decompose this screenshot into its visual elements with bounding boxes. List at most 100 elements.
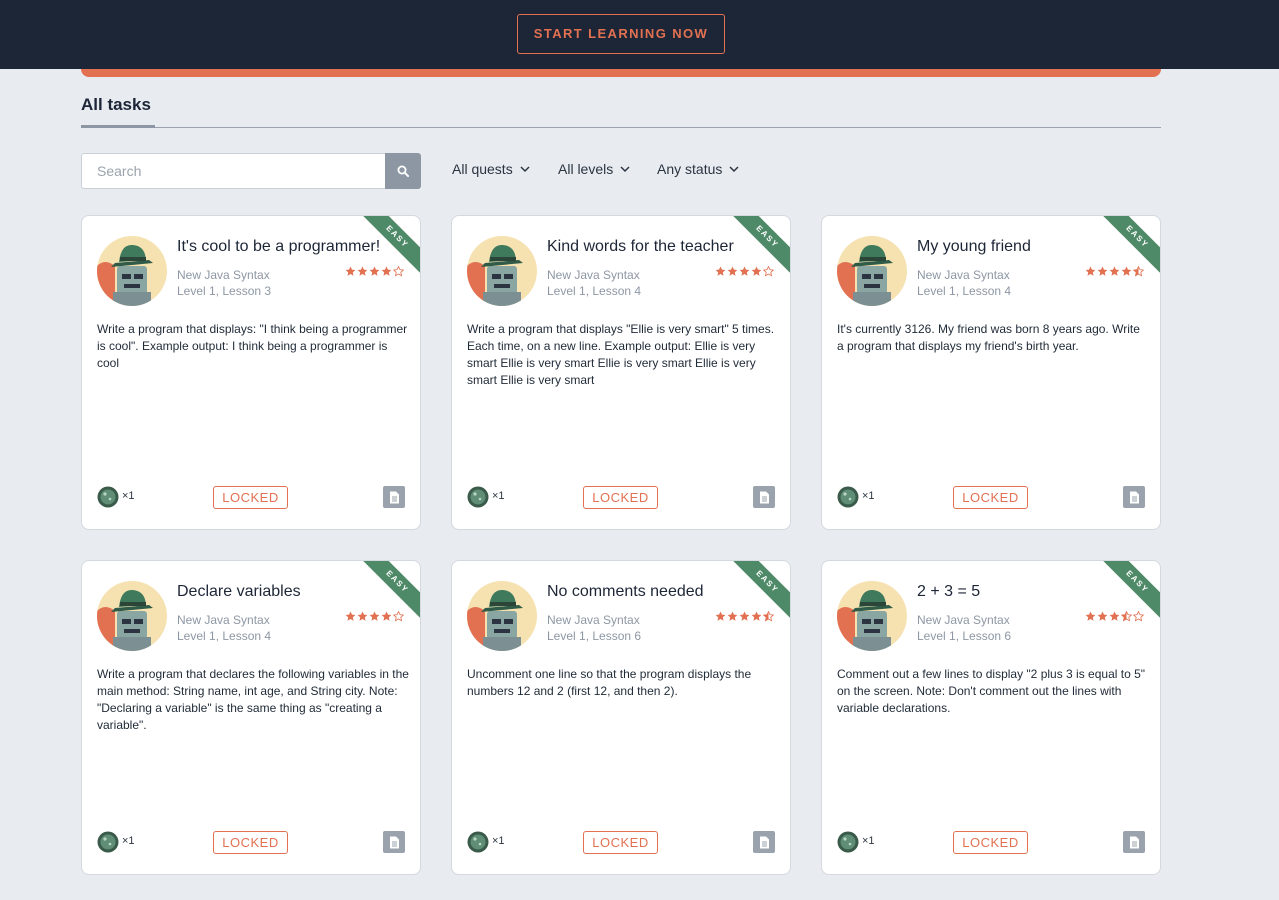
start-learning-button[interactable]: START LEARNING NOW xyxy=(517,14,725,54)
task-card[interactable]: EASY Declare variables New Java Syntax L… xyxy=(81,560,421,875)
star-full-icon xyxy=(1097,266,1108,276)
rating-stars xyxy=(715,611,774,622)
star-full-icon xyxy=(1097,611,1108,621)
task-document-button[interactable] xyxy=(383,486,405,508)
task-description: Write a program that displays "Ellie is … xyxy=(467,322,775,387)
star-full-icon xyxy=(369,611,380,621)
filter-quests-label: All quests xyxy=(452,161,513,177)
tabs-bar: All tasks xyxy=(81,92,1161,128)
coin-icon xyxy=(837,831,859,853)
robot-avatar-icon xyxy=(837,236,907,306)
task-lesson: Level 1, Lesson 6 xyxy=(917,629,1012,643)
document-icon xyxy=(759,836,769,848)
task-quest: New Java Syntax xyxy=(177,613,270,627)
task-lesson: Level 1, Lesson 3 xyxy=(177,284,272,298)
rating-stars xyxy=(345,266,404,277)
tab-all-tasks[interactable]: All tasks xyxy=(81,92,155,128)
task-title[interactable]: No comments needed xyxy=(547,583,787,601)
filter-status-label: Any status xyxy=(657,161,723,177)
star-full-icon xyxy=(715,611,726,621)
star-full-icon xyxy=(381,266,392,276)
star-full-icon xyxy=(357,266,368,276)
task-document-button[interactable] xyxy=(383,831,405,853)
coin-icon xyxy=(837,486,859,508)
robot-avatar-icon xyxy=(467,236,537,306)
task-quest: New Java Syntax xyxy=(547,613,640,627)
star-full-icon xyxy=(345,611,356,621)
star-full-icon xyxy=(1121,266,1132,276)
filter-status[interactable]: Any status xyxy=(657,161,739,177)
star-half-icon xyxy=(763,611,774,622)
rating-stars xyxy=(715,266,774,277)
task-lesson: Level 1, Lesson 4 xyxy=(177,629,272,643)
task-document-button[interactable] xyxy=(1123,831,1145,853)
task-lesson: Level 1, Lesson 4 xyxy=(547,284,642,298)
task-document-button[interactable] xyxy=(753,486,775,508)
robot-avatar-icon xyxy=(467,581,537,651)
star-full-icon xyxy=(1109,266,1120,276)
task-description: Uncomment one line so that the program d… xyxy=(467,667,752,698)
task-quest: New Java Syntax xyxy=(177,268,270,282)
task-card[interactable]: EASY Kind words for the teacher New Java… xyxy=(451,215,791,530)
star-full-icon xyxy=(369,266,380,276)
filter-levels[interactable]: All levels xyxy=(558,161,630,177)
task-title[interactable]: My young friend xyxy=(917,238,1157,256)
locked-status-button[interactable]: LOCKED xyxy=(213,831,288,854)
locked-status-button[interactable]: LOCKED xyxy=(583,486,658,509)
star-empty-icon xyxy=(393,611,404,622)
reward-count: ×1 xyxy=(862,835,875,847)
reward-count: ×1 xyxy=(492,835,505,847)
star-full-icon xyxy=(727,266,738,276)
rating-stars xyxy=(345,611,404,622)
coin-icon xyxy=(97,831,119,853)
star-full-icon xyxy=(727,611,738,621)
locked-status-button[interactable]: LOCKED xyxy=(953,831,1028,854)
star-full-icon xyxy=(751,611,762,621)
task-document-button[interactable] xyxy=(753,831,775,853)
task-description: Write a program that declares the follow… xyxy=(97,667,409,732)
reward-count: ×1 xyxy=(122,835,135,847)
star-empty-icon xyxy=(1133,611,1144,622)
document-icon xyxy=(1129,491,1139,503)
task-card[interactable]: EASY 2 + 3 = 5 New Java Syntax Level 1, … xyxy=(821,560,1161,875)
document-icon xyxy=(1129,836,1139,848)
filter-quests[interactable]: All quests xyxy=(452,161,530,177)
chevron-down-icon xyxy=(620,165,630,172)
locked-status-button[interactable]: LOCKED xyxy=(953,486,1028,509)
star-full-icon xyxy=(1109,611,1120,621)
accent-strip xyxy=(81,69,1161,77)
rating-stars xyxy=(1085,611,1144,622)
task-card[interactable]: EASY My young friend New Java Syntax Lev… xyxy=(821,215,1161,530)
reward-count: ×1 xyxy=(862,490,875,502)
search-input[interactable] xyxy=(81,153,386,189)
task-title[interactable]: 2 + 3 = 5 xyxy=(917,583,1157,601)
star-full-icon xyxy=(715,266,726,276)
star-half-icon xyxy=(1133,266,1144,277)
star-full-icon xyxy=(739,266,750,276)
task-card[interactable]: EASY It's cool to be a programmer! New J… xyxy=(81,215,421,530)
task-title[interactable]: Declare variables xyxy=(177,583,417,601)
task-lesson: Level 1, Lesson 6 xyxy=(547,629,642,643)
search-button[interactable] xyxy=(385,153,421,189)
task-title[interactable]: Kind words for the teacher xyxy=(547,238,787,256)
robot-avatar-icon xyxy=(97,581,167,651)
task-lesson: Level 1, Lesson 4 xyxy=(917,284,1012,298)
rating-stars xyxy=(1085,266,1144,277)
locked-status-button[interactable]: LOCKED xyxy=(213,486,288,509)
task-description: Comment out a few lines to display "2 pl… xyxy=(837,667,1146,715)
filter-levels-label: All levels xyxy=(558,161,614,177)
locked-status-button[interactable]: LOCKED xyxy=(583,831,658,854)
star-full-icon xyxy=(739,611,750,621)
star-full-icon xyxy=(381,611,392,621)
reward-count: ×1 xyxy=(492,490,505,502)
star-full-icon xyxy=(751,266,762,276)
task-quest: New Java Syntax xyxy=(547,268,640,282)
robot-avatar-icon xyxy=(837,581,907,651)
task-title[interactable]: It's cool to be a programmer! xyxy=(177,238,417,256)
task-card[interactable]: EASY No comments needed New Java Syntax … xyxy=(451,560,791,875)
task-document-button[interactable] xyxy=(1123,486,1145,508)
document-icon xyxy=(389,836,399,848)
star-half-icon xyxy=(1121,611,1132,622)
top-navbar: START LEARNING NOW xyxy=(0,0,1279,69)
star-empty-icon xyxy=(763,266,774,277)
